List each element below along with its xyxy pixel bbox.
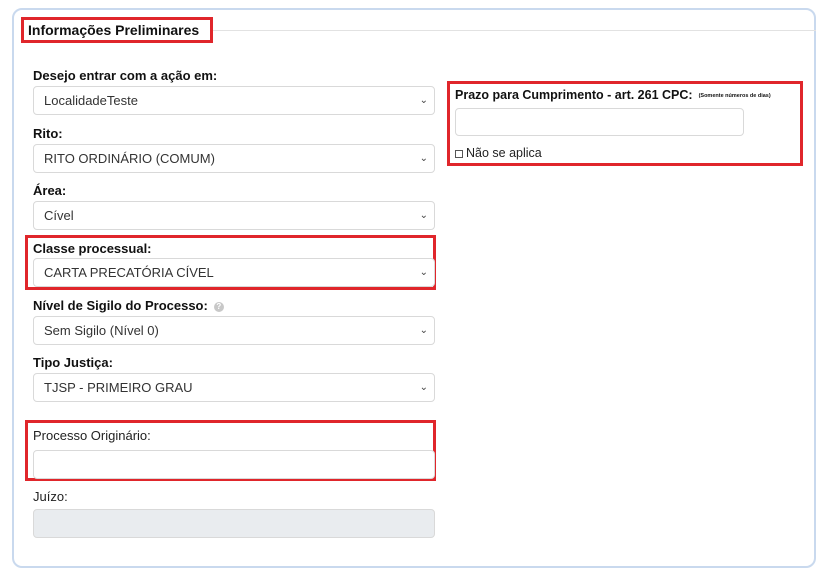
classe-value: CARTA PRECATÓRIA CÍVEL: [44, 265, 214, 280]
tipo-justica-value: TJSP - PRIMEIRO GRAU: [44, 380, 193, 395]
sigilo-select[interactable]: Sem Sigilo (Nível 0) ⌄: [33, 316, 435, 345]
sigilo-label-row: Nível de Sigilo do Processo:?: [33, 298, 224, 313]
localidade-value: LocalidadeTeste: [44, 93, 138, 108]
sigilo-value: Sem Sigilo (Nível 0): [44, 323, 159, 338]
classe-label: Classe processual:: [33, 241, 152, 256]
localidade-label: Desejo entrar com a ação em:: [33, 68, 218, 83]
chevron-down-icon: ⌄: [419, 210, 428, 221]
nao-se-aplica-label[interactable]: Não se aplica: [466, 146, 542, 160]
tipo-justica-select[interactable]: TJSP - PRIMEIRO GRAU ⌄: [33, 373, 435, 402]
nao-se-aplica-checkbox[interactable]: [455, 150, 463, 158]
prazo-input[interactable]: [455, 108, 744, 136]
prazo-note: (Somente números de dias): [698, 92, 771, 99]
chevron-down-icon: ⌄: [419, 267, 428, 278]
tipo-justica-label: Tipo Justiça:: [33, 355, 113, 370]
processo-originario-label: Processo Originário:: [33, 428, 151, 443]
chevron-down-icon: ⌄: [419, 382, 428, 393]
rito-value: RITO ORDINÁRIO (COMUM): [44, 151, 215, 166]
chevron-down-icon: ⌄: [419, 153, 428, 164]
rito-select[interactable]: RITO ORDINÁRIO (COMUM) ⌄: [33, 144, 435, 173]
chevron-down-icon: ⌄: [419, 325, 428, 336]
rito-label: Rito:: [33, 126, 63, 141]
sigilo-label: Nível de Sigilo do Processo:: [33, 298, 208, 313]
area-label: Área:: [33, 183, 67, 198]
section-divider: [213, 30, 816, 31]
help-icon[interactable]: ?: [213, 301, 224, 312]
prazo-label-row: Prazo para Cumprimento - art. 261 CPC: (S…: [455, 88, 771, 102]
chevron-down-icon: ⌄: [419, 95, 428, 106]
section-title: Informações Preliminares: [21, 17, 213, 43]
prazo-label: Prazo para Cumprimento - art. 261 CPC:: [455, 88, 693, 102]
area-select[interactable]: Cível ⌄: [33, 201, 435, 230]
processo-originario-input[interactable]: [33, 450, 435, 479]
localidade-select[interactable]: LocalidadeTeste ⌄: [33, 86, 435, 115]
juizo-input[interactable]: [33, 509, 435, 538]
juizo-label: Juízo:: [33, 489, 68, 504]
classe-select[interactable]: CARTA PRECATÓRIA CÍVEL ⌄: [33, 258, 435, 287]
area-value: Cível: [44, 208, 74, 223]
